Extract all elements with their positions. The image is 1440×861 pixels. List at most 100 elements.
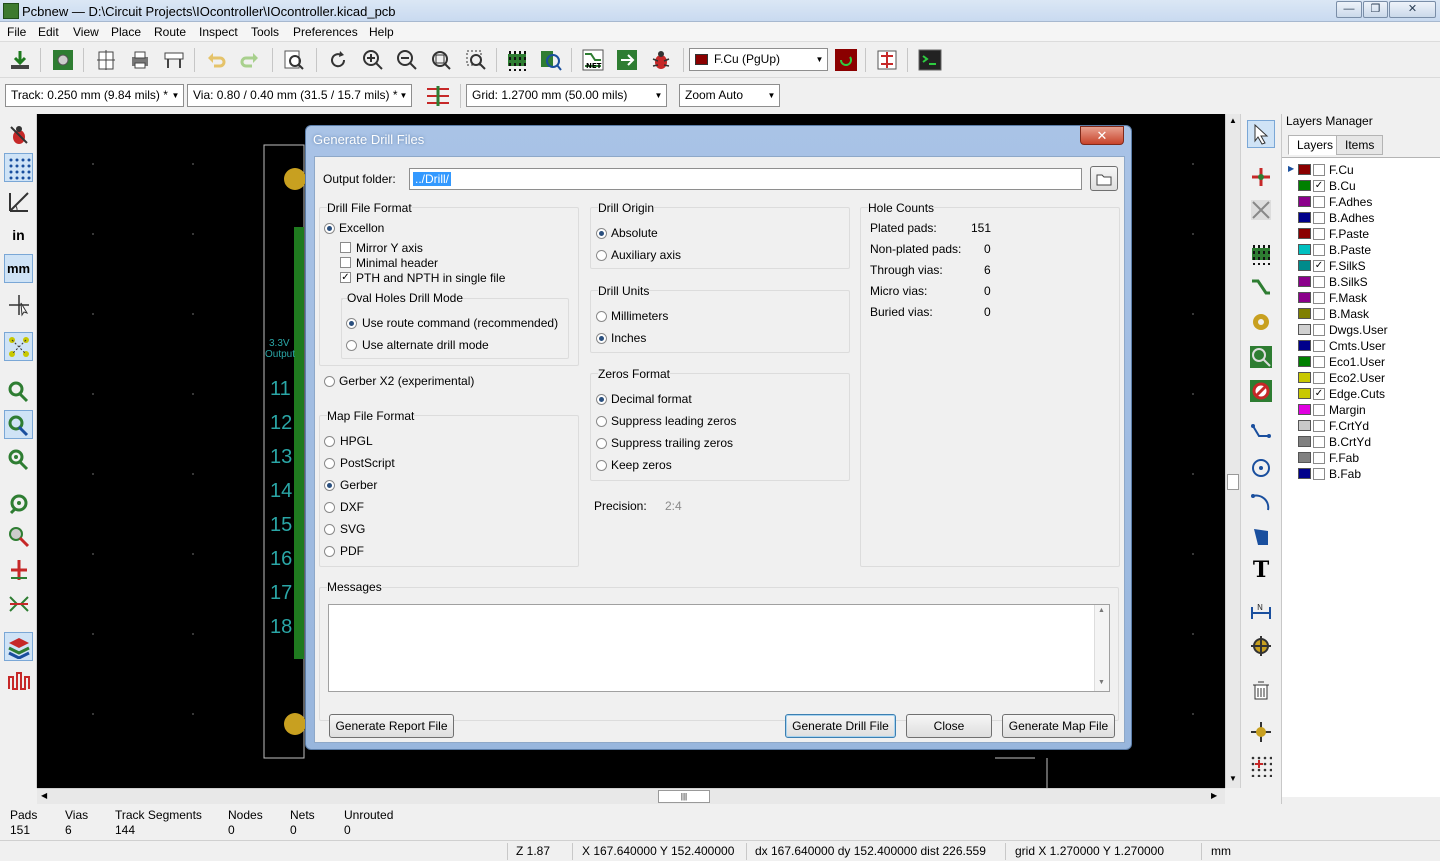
zoom-in-icon[interactable] — [360, 47, 386, 73]
map-gerber-radio[interactable] — [324, 480, 335, 491]
layer-visibility-checkbox[interactable]: ✓ — [1313, 388, 1325, 400]
layer-visibility-checkbox[interactable] — [1313, 404, 1325, 416]
menu-inspect[interactable]: Inspect — [199, 25, 238, 39]
units-inches-radio[interactable] — [596, 333, 607, 344]
grid-display-icon[interactable] — [4, 153, 33, 182]
footprint-editor-icon[interactable] — [504, 47, 530, 73]
minimize-button[interactable]: — — [1336, 1, 1362, 18]
layer-row[interactable]: B.Adhes — [1282, 210, 1432, 226]
layer-visibility-checkbox[interactable]: ✓ — [1313, 180, 1325, 192]
layer-color-swatch[interactable] — [1298, 388, 1311, 399]
messages-scrollbar[interactable]: ▲ ▼ — [1094, 605, 1109, 691]
layer-color-swatch[interactable] — [1298, 196, 1311, 207]
show-zones-outline-icon[interactable] — [4, 555, 33, 584]
layer-row[interactable]: Margin — [1282, 402, 1432, 418]
minimal-header-checkbox[interactable] — [340, 257, 351, 268]
layer-visibility-checkbox[interactable] — [1313, 356, 1325, 368]
map-pdf-radio[interactable] — [324, 546, 335, 557]
canvas-vertical-scrollbar[interactable]: ▲ ▼ — [1225, 114, 1240, 788]
scripting-console-icon[interactable] — [917, 47, 943, 73]
mm-units-button[interactable]: mm — [4, 254, 33, 283]
layer-row[interactable]: B.Fab — [1282, 466, 1432, 482]
units-millimeters-radio[interactable] — [596, 311, 607, 322]
layer-color-swatch[interactable] — [1298, 212, 1311, 223]
layer-color-swatch[interactable] — [1298, 420, 1311, 431]
add-graphic-line-icon[interactable] — [1247, 420, 1275, 448]
layer-visibility-checkbox[interactable] — [1313, 436, 1325, 448]
local-ratsnest-icon[interactable] — [1247, 196, 1275, 224]
redo-icon[interactable] — [237, 47, 263, 73]
netlist-icon[interactable]: NET — [580, 47, 606, 73]
zoom-out-icon[interactable] — [394, 47, 420, 73]
layer-visibility-checkbox[interactable] — [1313, 372, 1325, 384]
via-size-select[interactable]: Via: 0.80 / 0.40 mm (31.5 / 15.7 mils) *… — [187, 84, 412, 107]
layer-color-swatch[interactable] — [1298, 324, 1311, 335]
layer-color-swatch[interactable] — [1298, 244, 1311, 255]
layer-visibility-checkbox[interactable] — [1313, 468, 1325, 480]
layer-visibility-checkbox[interactable] — [1313, 308, 1325, 320]
tab-items[interactable]: Items — [1336, 135, 1384, 155]
page-settings-icon[interactable] — [93, 47, 119, 73]
zoom-fit-icon[interactable] — [428, 47, 454, 73]
layer-row[interactable]: F.CrtYd — [1282, 418, 1432, 434]
save-icon[interactable] — [7, 47, 33, 73]
layer-row[interactable]: ✓ F.SilkS — [1282, 258, 1432, 274]
menu-help[interactable]: Help — [369, 25, 394, 39]
scroll-up-icon[interactable]: ▲ — [1098, 607, 1105, 614]
high-contrast-icon[interactable] — [4, 632, 33, 661]
layer-visibility-checkbox[interactable] — [1313, 276, 1325, 288]
use-alternate-radio[interactable] — [346, 340, 357, 351]
layer-color-swatch[interactable] — [1298, 404, 1311, 415]
layer-row[interactable]: Cmts.User — [1282, 338, 1432, 354]
module-ratsnest-icon[interactable] — [4, 376, 33, 405]
layer-visibility-checkbox[interactable] — [1313, 244, 1325, 256]
polar-coords-icon[interactable] — [4, 187, 33, 216]
route-track-icon[interactable] — [1247, 274, 1275, 302]
layer-row[interactable]: F.Fab — [1282, 450, 1432, 466]
scroll-left-icon[interactable]: ◀ — [41, 791, 47, 800]
drc-off-icon[interactable] — [4, 120, 33, 149]
browse-folder-button[interactable] — [1090, 166, 1118, 191]
scroll-down-icon[interactable]: ▼ — [1229, 774, 1237, 783]
grid-size-select[interactable]: Grid: 1.2700 mm (50.00 mils) ▼ — [466, 84, 667, 107]
layer-pair-icon[interactable] — [833, 47, 859, 73]
select-arrow-icon[interactable] — [1247, 120, 1275, 148]
layer-visibility-checkbox[interactable] — [1313, 292, 1325, 304]
output-folder-input[interactable]: ../Drill/ — [409, 168, 1082, 190]
layer-row[interactable]: B.SilkS — [1282, 274, 1432, 290]
add-zone-icon[interactable] — [1247, 343, 1275, 371]
menu-tools[interactable]: Tools — [251, 25, 279, 39]
layer-color-swatch[interactable] — [1298, 340, 1311, 351]
show-tracks-sketch-icon[interactable] — [4, 488, 33, 517]
layer-row[interactable]: F.Mask — [1282, 290, 1432, 306]
add-dimension-icon[interactable]: N — [1247, 598, 1275, 626]
gerber-x2-radio[interactable] — [324, 376, 335, 387]
layer-visibility-checkbox[interactable] — [1313, 196, 1325, 208]
layer-row[interactable]: ✓ Edge.Cuts — [1282, 386, 1432, 402]
layer-visibility-checkbox[interactable] — [1313, 324, 1325, 336]
grid-origin-icon[interactable] — [1247, 752, 1275, 780]
map-postscript-radio[interactable] — [324, 458, 335, 469]
menu-edit[interactable]: Edit — [38, 25, 59, 39]
layer-visibility-checkbox[interactable] — [1313, 228, 1325, 240]
set-origin-icon[interactable] — [1247, 718, 1275, 746]
menu-file[interactable]: File — [7, 25, 26, 39]
map-svg-radio[interactable] — [324, 524, 335, 535]
layer-visibility-checkbox[interactable] — [1313, 452, 1325, 464]
zoom-selection-icon[interactable] — [463, 47, 489, 73]
add-via-icon[interactable] — [1247, 308, 1275, 336]
layer-color-swatch[interactable] — [1298, 276, 1311, 287]
map-dxf-radio[interactable] — [324, 502, 335, 513]
messages-textarea[interactable]: ▲ ▼ — [328, 604, 1110, 692]
layer-visibility-checkbox[interactable] — [1313, 420, 1325, 432]
excellon-radio[interactable] — [324, 223, 335, 234]
scroll-up-icon[interactable]: ▲ — [1229, 116, 1237, 125]
origin-absolute-radio[interactable] — [596, 228, 607, 239]
canvas-horizontal-scrollbar[interactable]: ◀ ||| ▶ — [37, 788, 1225, 804]
add-keepout-icon[interactable] — [1247, 377, 1275, 405]
add-polygon-icon[interactable] — [1247, 522, 1275, 550]
vertical-scroll-thumb[interactable] — [1227, 474, 1239, 490]
layer-color-swatch[interactable] — [1298, 180, 1311, 191]
window-close-button[interactable]: ✕ — [1389, 1, 1436, 18]
layer-row[interactable]: ▶ F.Cu — [1282, 162, 1432, 178]
